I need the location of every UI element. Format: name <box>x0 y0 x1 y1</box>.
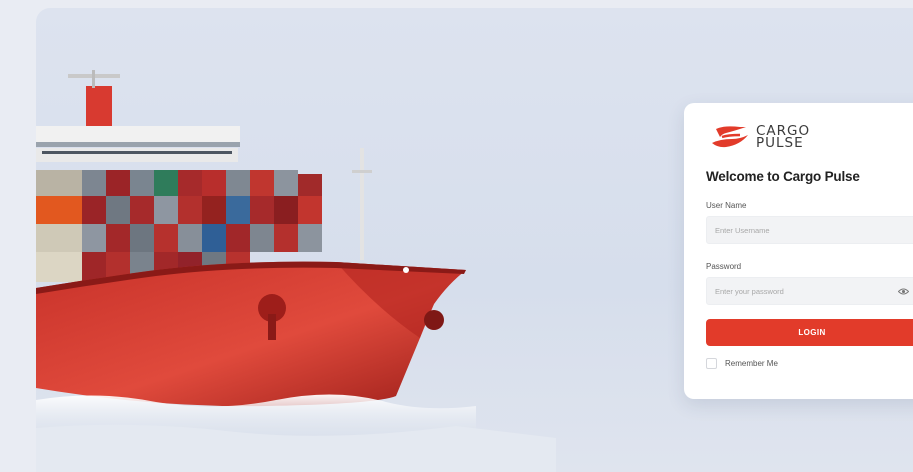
container-ship-illustration <box>36 70 556 472</box>
brand-name: CARGO PULSE <box>756 124 810 151</box>
brand-name-line2: PULSE <box>756 135 804 151</box>
username-label: User Name <box>706 201 747 210</box>
login-card: CARGO PULSE Welcome to Cargo Pulse User … <box>684 103 913 399</box>
welcome-heading: Welcome to Cargo Pulse <box>706 169 860 184</box>
username-input[interactable] <box>707 217 913 243</box>
remember-me-checkbox[interactable] <box>706 358 717 369</box>
password-label: Password <box>706 262 742 271</box>
username-field <box>706 216 913 244</box>
brand-logo: CARGO PULSE <box>710 123 810 151</box>
eye-icon[interactable] <box>898 287 909 296</box>
password-input[interactable] <box>707 278 913 304</box>
remember-me-label: Remember Me <box>725 359 778 368</box>
password-field <box>706 277 913 305</box>
cargo-pulse-logo-icon <box>712 126 748 148</box>
login-page-background: CARGO PULSE Welcome to Cargo Pulse User … <box>36 8 913 472</box>
remember-me: Remember Me <box>706 358 778 369</box>
login-button[interactable]: LOGIN <box>706 319 913 346</box>
